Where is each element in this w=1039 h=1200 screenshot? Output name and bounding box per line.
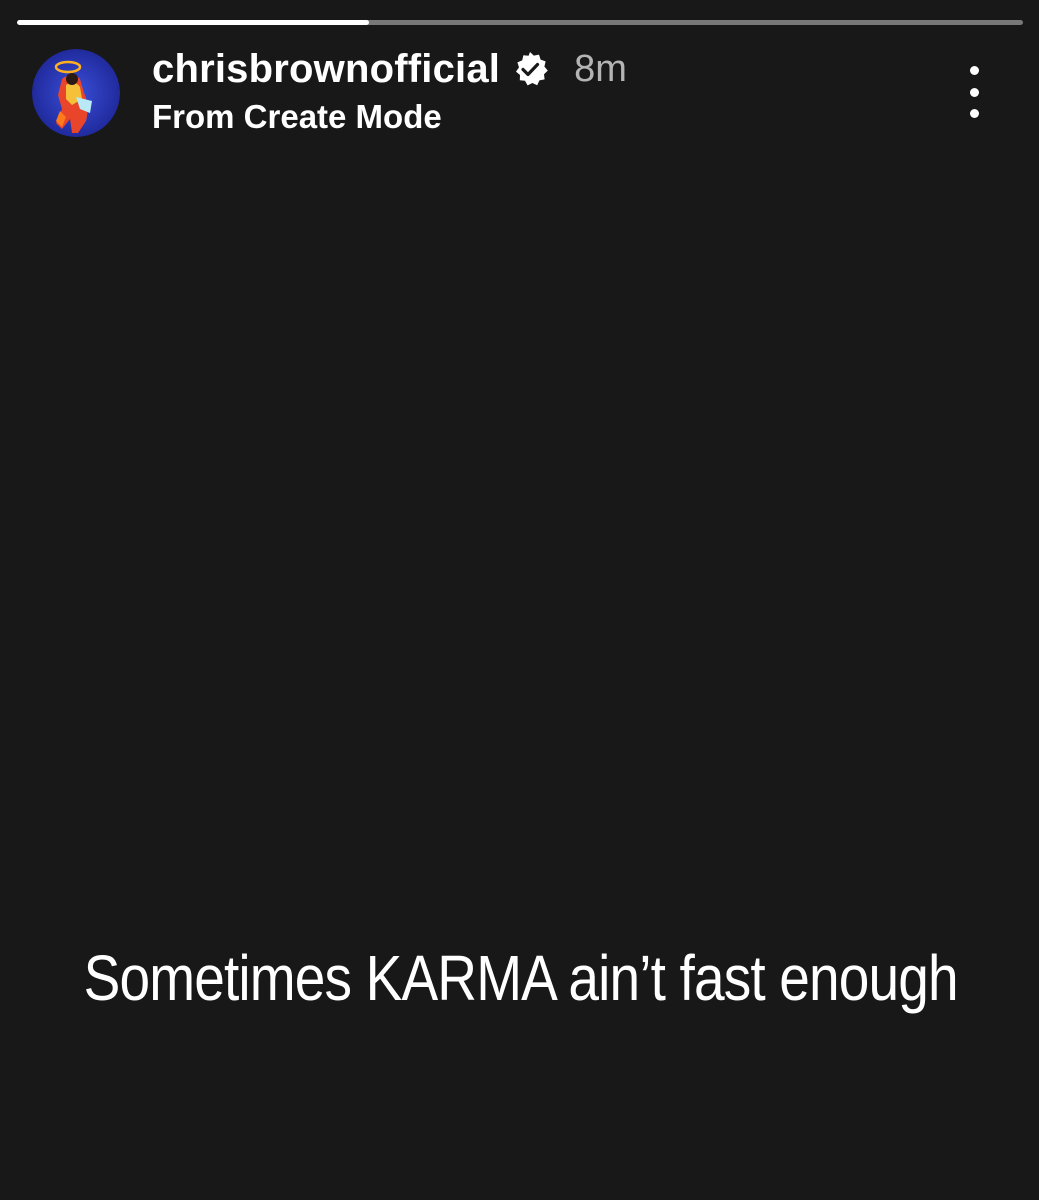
username[interactable]: chrisbrownofficial <box>152 47 500 92</box>
more-options-icon <box>969 66 979 75</box>
story-caption-text: Sometimes KARMA ain’t fast enough <box>83 942 959 1014</box>
story-timestamp: 8m <box>574 47 627 90</box>
story-subtitle: From Create Mode <box>152 98 442 135</box>
more-options-button[interactable] <box>950 62 998 122</box>
name-row: chrisbrownofficial 8m <box>152 44 627 94</box>
profile-avatar[interactable] <box>32 49 120 137</box>
story-progress-fill <box>17 20 370 25</box>
story-header: chrisbrownofficial 8m From Create Mode <box>152 44 627 136</box>
more-options-icon-dot <box>969 109 979 118</box>
story-progress-bar <box>17 20 1023 25</box>
verified-badge-icon <box>512 51 548 87</box>
story-viewer: chrisbrownofficial 8m From Create Mode S… <box>0 0 1039 1200</box>
avatar-image <box>32 49 120 137</box>
more-options-icon-dot <box>969 87 979 97</box>
